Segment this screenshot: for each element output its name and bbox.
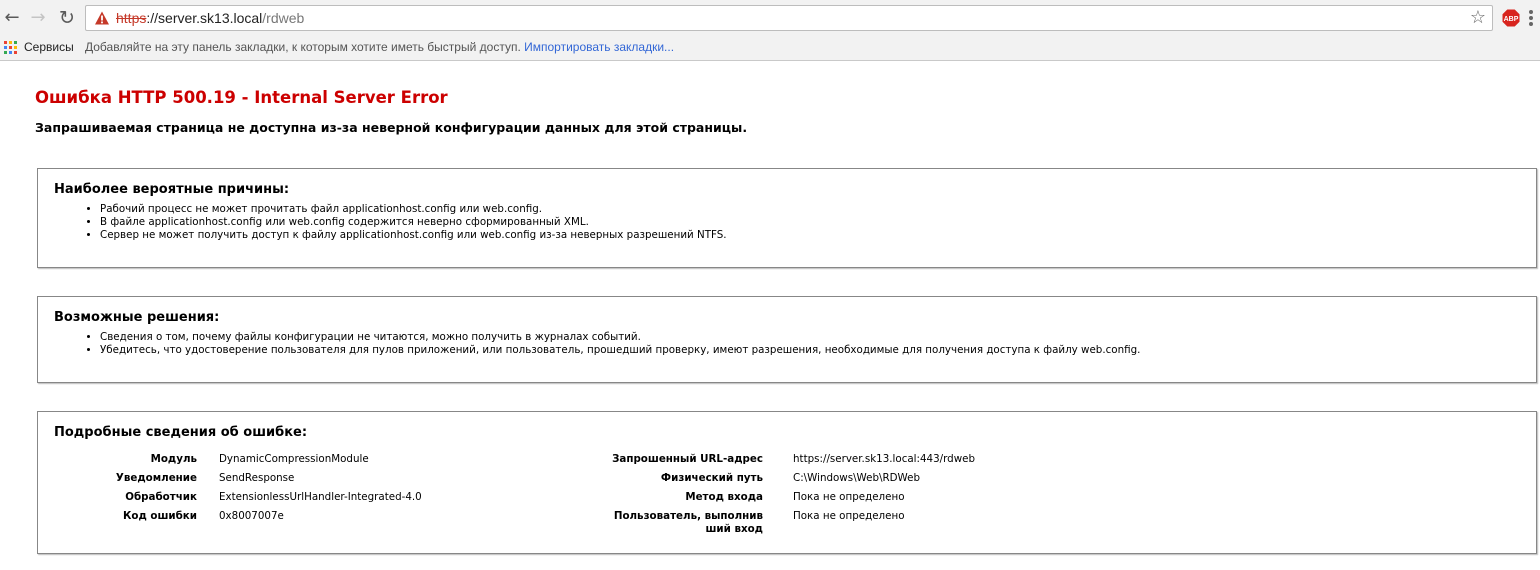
list-item: Сервер не может получить доступ к файлу … — [100, 229, 727, 242]
detail-value: ExtensionlessUrlHandler-Integrated-4.0 — [219, 491, 422, 503]
detail-label: Пользователь, выполнив ший вход — [613, 510, 763, 535]
solutions-list: Сведения о том, почему файлы конфигураци… — [54, 331, 1140, 357]
address-bar[interactable]: https://server.sk13.local/rdweb ☆ — [85, 5, 1493, 31]
list-item: Рабочий процесс не может прочитать файл … — [100, 203, 727, 216]
detail-label: Запрошенный URL-адрес — [612, 453, 763, 465]
browser-toolbar: ← → ↻ https://server.sk13.local/rdweb ☆ … — [0, 0, 1540, 36]
detail-value: DynamicCompressionModule — [219, 453, 369, 465]
menu-icon[interactable] — [1528, 10, 1534, 28]
apps-icon[interactable] — [4, 41, 18, 55]
detail-value: C:\Windows\Web\RDWeb — [793, 472, 921, 484]
page-content: Ошибка HTTP 500.19 - Internal Server Err… — [0, 61, 1540, 570]
bookmarks-hint: Добавляйте на эту панель закладки, к кот… — [85, 40, 674, 54]
detail-value: 0x8007007e — [219, 510, 284, 522]
detail-value: Пока не определено — [793, 491, 905, 503]
back-icon[interactable]: ← — [0, 6, 24, 30]
address-url[interactable]: https://server.sk13.local/rdweb — [116, 10, 304, 26]
detail-label: Уведомление — [115, 472, 197, 484]
bookmark-star-icon[interactable]: ☆ — [1470, 6, 1486, 30]
causes-list: Рабочий процесс не может прочитать файл … — [54, 203, 727, 242]
causes-section: Наиболее вероятные причины: Рабочий проц… — [37, 168, 1537, 268]
reload-icon[interactable]: ↻ — [55, 6, 79, 30]
apps-label[interactable]: Сервисы — [24, 40, 74, 54]
url-scheme: https — [116, 10, 147, 26]
solutions-heading: Возможные решения: — [54, 310, 220, 325]
detail-label: Обработчик — [125, 491, 197, 503]
list-item: Убедитесь, что удостоверение пользовател… — [100, 344, 1140, 357]
error-title: Ошибка HTTP 500.19 - Internal Server Err… — [35, 88, 448, 107]
details-section: Подробные сведения об ошибке: Модуль Dyn… — [37, 411, 1537, 554]
url-path: /rdweb — [262, 10, 305, 26]
error-subtitle: Запрашиваемая страница не доступна из-за… — [35, 120, 748, 135]
not-secure-warning-icon[interactable] — [94, 10, 110, 26]
list-item: Сведения о том, почему файлы конфигураци… — [100, 331, 1140, 344]
import-bookmarks-link[interactable]: Импортировать закладки... — [524, 40, 674, 54]
detail-label: Метод входа — [685, 491, 763, 503]
detail-value: https://server.sk13.local:443/rdweb — [793, 453, 976, 465]
detail-value: SendResponse — [219, 472, 295, 484]
detail-label: Код ошибки — [122, 510, 197, 522]
detail-value: Пока не определено — [793, 510, 905, 522]
adblock-plus-icon[interactable]: ABP — [1502, 9, 1520, 27]
url-host: ://server.sk13.local — [146, 10, 263, 26]
solutions-section: Возможные решения: Сведения о том, почем… — [37, 296, 1537, 383]
causes-heading: Наиболее вероятные причины: — [54, 182, 290, 197]
detail-label: Модуль — [150, 453, 197, 465]
list-item: В файле applicationhost.config или web.c… — [100, 216, 727, 229]
detail-label: Физический путь — [660, 472, 763, 484]
details-heading: Подробные сведения об ошибке: — [54, 425, 308, 440]
bookmarks-hint-text: Добавляйте на эту панель закладки, к кот… — [85, 40, 521, 54]
forward-icon[interactable]: → — [26, 6, 50, 30]
adblock-label: ABP — [1504, 16, 1519, 23]
bookmarks-bar: Сервисы Добавляйте на эту панель закладк… — [0, 36, 1540, 61]
